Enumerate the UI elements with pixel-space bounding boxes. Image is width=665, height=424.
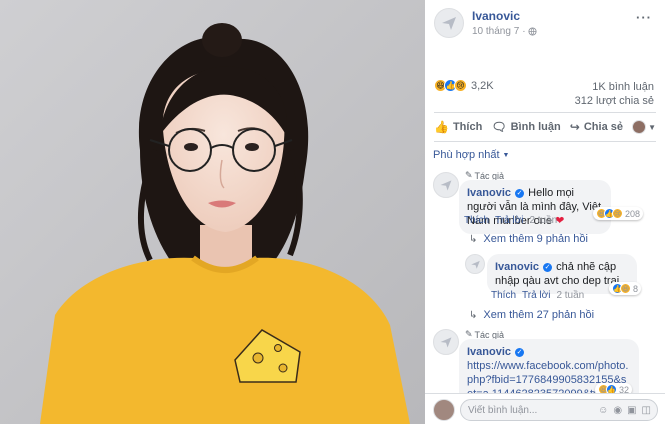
post-actions: 👍 Thích 🗨 Bình luận ↪ Chia sẻ ▼ [434,116,656,138]
paper-plane-icon [440,180,452,191]
commenter-avatar[interactable] [465,254,485,274]
post-author[interactable]: Ivanovic [472,9,520,23]
like-button[interactable]: 👍 Thích [434,120,482,134]
reply-time[interactable]: 2 tuần [556,290,584,301]
divider [434,141,656,142]
sad-reaction-icon: 😢 [612,208,623,219]
comment-input[interactable]: Viết bình luận... ☺ ◉ ▣ ◫ [460,399,658,421]
verified-badge-icon: ✓ [515,188,525,198]
commenter-avatar[interactable] [433,329,459,355]
reaction-summary[interactable]: 😆 👍 😢 3,2K [434,79,494,92]
reply-meta: Thích Trả lời 2 tuần [491,290,584,301]
reaction-as-selector[interactable]: ▼ [632,120,656,134]
comment-author[interactable]: Ivanovic [467,346,511,358]
emoji-icon[interactable]: ☺ [598,405,608,416]
caret-down-icon: ▼ [502,151,510,159]
gif-icon[interactable]: ▣ [627,405,636,416]
reply-arrow-icon: ↳ [469,233,478,245]
author-badge-text: Tác giả [474,170,505,181]
comment-like-link[interactable]: Thích [464,215,489,226]
commenter-avatar[interactable] [433,172,459,198]
verified-badge-icon: ✓ [515,347,525,357]
comment-reaction-count: 208 [625,208,641,219]
comment-composer: Viết bình luận... ☺ ◉ ▣ ◫ [425,393,665,424]
sort-label: Phù hợp nhất [433,149,500,161]
camera-icon[interactable]: ◉ [613,405,622,416]
post-side-panel: Ivanovic 10 tháng 7 · ··· 😆 👍 😢 3,2K 1K … [425,0,665,424]
globe-icon: · [522,26,537,37]
page-avatar[interactable] [434,8,464,38]
comment-item: ✎ Tác giả Ivanovic ✓ Hello mọi người vẫn… [425,170,665,234]
like-label: Thích [452,121,483,133]
comment-item: ✎ Tác giả Ivanovic ✓ https://www.faceboo… [425,327,665,421]
comment-sort-dropdown[interactable]: Phù hợp nhất ▼ [433,149,509,161]
current-user-avatar[interactable] [433,399,455,421]
comment-time[interactable]: 2 tuần [529,215,557,226]
thumbs-up-icon: 👍 [434,120,449,134]
share-button[interactable]: ↪ Chia sẻ [570,120,623,134]
comment-reactions[interactable]: 😆 👍 😢 208 [593,207,644,220]
paper-plane-icon [440,337,452,348]
reply-item: Ivanovic ✓ chả nhẽ cập nhập qàu avt cho … [425,252,665,302]
post-photo[interactable] [0,0,425,424]
reply-like-link[interactable]: Thích [491,290,516,301]
comment-meta: Thích Trả lời 2 tuần [464,215,557,226]
haha-reaction-icon: 😆 [620,283,631,294]
reply-arrow-icon: ↳ [469,309,478,321]
post-time-text: 10 tháng 7 [472,26,520,37]
reply-reaction-count: 8 [633,283,639,294]
reply-reply-link[interactable]: Trả lời [522,290,550,301]
view-more-replies[interactable]: ↳ Xem thêm 27 phản hồi [469,309,594,321]
view-more-replies[interactable]: ↳ Xem thêm 9 phản hồi [469,233,588,245]
comment-input-placeholder: Viết bình luận... [468,404,538,416]
view-more-replies-label: Xem thêm 9 phản hồi [483,233,588,245]
post-timestamp[interactable]: 10 tháng 7 · [472,26,537,37]
comment-count[interactable]: 1K bình luận [592,81,654,93]
paper-plane-icon [442,17,456,30]
share-label: Chia sẻ [583,121,623,133]
comment-icon: 🗨 [491,120,507,134]
comment-label: Bình luận [510,121,561,133]
more-options-icon[interactable]: ··· [636,10,652,25]
reply-reactions[interactable]: 👍 😆 8 [609,282,642,295]
reply-author[interactable]: Ivanovic [495,261,539,273]
divider [434,112,656,113]
reaction-count: 3,2K [471,79,494,92]
post-header: Ivanovic 10 tháng 7 · ··· [434,8,656,40]
share-arrow-icon: ↪ [569,120,580,134]
user-avatar [632,120,647,134]
author-badge-text: Tác giả [474,329,505,340]
sad-reaction-icon: 😢 [454,79,467,92]
sticker-icon[interactable]: ◫ [642,405,651,416]
share-count[interactable]: 312 lượt chia sẻ [575,95,654,107]
verified-badge-icon: ✓ [543,262,553,272]
comment-author[interactable]: Ivanovic [467,187,511,199]
portrait-photo [0,0,425,424]
paper-plane-icon [470,260,480,269]
comment-button[interactable]: 🗨 Bình luận [491,120,560,134]
comment-reply-link[interactable]: Trả lời [495,215,523,226]
view-more-replies-label: Xem thêm 27 phản hồi [483,309,595,321]
caret-down-icon: ▼ [648,122,656,132]
